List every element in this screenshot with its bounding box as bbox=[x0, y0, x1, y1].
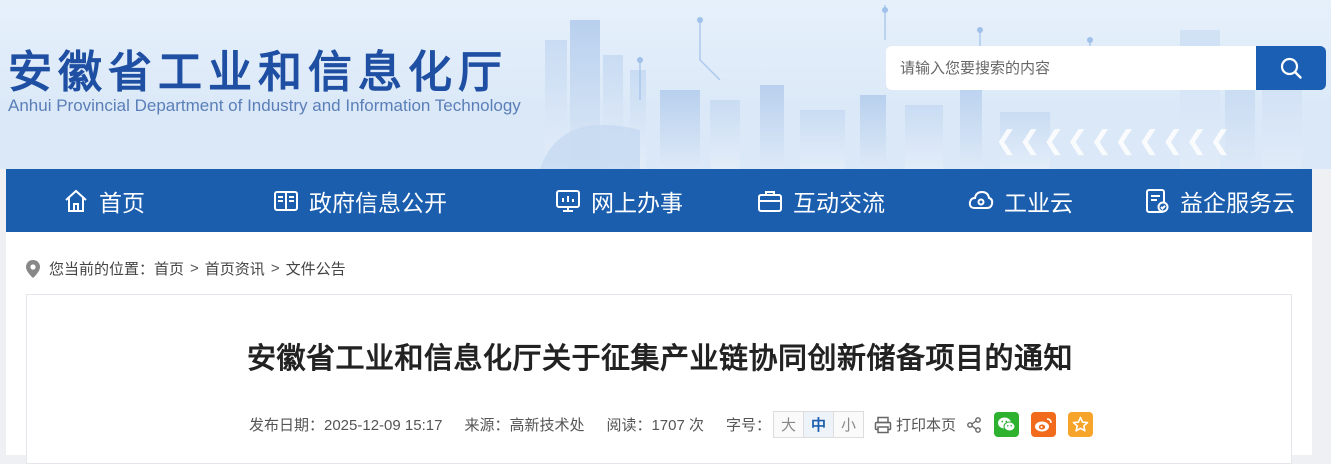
location-pin-icon bbox=[26, 259, 40, 278]
search-input[interactable] bbox=[886, 46, 1256, 90]
nav-item-enterprise-service-cloud[interactable]: 益企服务云 bbox=[1143, 169, 1295, 232]
nav-label: 首页 bbox=[99, 189, 145, 216]
article-title: 安徽省工业和信息化厅关于征集产业链协同创新储备项目的通知 bbox=[246, 343, 1073, 375]
site-subtitle: Anhui Provincial Department of Industry … bbox=[8, 96, 521, 115]
site-title: 安徽省工业和信息化厅 bbox=[8, 47, 508, 98]
search-icon bbox=[1280, 57, 1302, 79]
briefcase-icon bbox=[758, 190, 782, 212]
read-count: 阅读：1707 次 bbox=[606, 417, 704, 434]
main-nav: 首页 政府信息公开 网上办事 互动交流 工业云 益企服务云 bbox=[6, 169, 1312, 232]
print-button[interactable]: 打印本页 bbox=[874, 414, 956, 435]
article-meta: 发布日期：2025-12-09 15:17 来源：高新技术处 阅读：1707 次… bbox=[249, 411, 1105, 438]
home-icon bbox=[65, 189, 87, 212]
favorite-button[interactable] bbox=[1068, 412, 1094, 437]
chevron-decoration: ❮❮❮❮❮❮❮❮❮❮ bbox=[995, 125, 1231, 155]
search-button[interactable] bbox=[1256, 46, 1326, 90]
publish-date: 发布日期：2025-12-09 15:17 bbox=[249, 417, 443, 434]
nav-item-online-service[interactable]: 网上办事 bbox=[554, 169, 683, 232]
star-icon bbox=[1072, 416, 1089, 432]
share-icon bbox=[966, 416, 982, 433]
breadcrumb-announcements[interactable]: 文件公告 bbox=[286, 258, 346, 279]
breadcrumb-separator: > bbox=[270, 260, 280, 277]
breadcrumb-news[interactable]: 首页资讯 bbox=[205, 258, 265, 279]
font-size-large-button[interactable]: 大 bbox=[774, 412, 804, 437]
wechat-icon bbox=[998, 417, 1016, 432]
cloud-icon bbox=[968, 190, 994, 209]
nav-label: 互动交流 bbox=[793, 189, 885, 216]
font-size-label: 字号： bbox=[726, 417, 772, 434]
breadcrumb: 您当前的位置： 首页 > 首页资讯 > 文件公告 bbox=[26, 258, 346, 279]
monitor-icon bbox=[556, 189, 580, 212]
font-size-medium-button[interactable]: 中 bbox=[803, 412, 834, 437]
book-icon bbox=[274, 190, 298, 211]
nav-label: 益企服务云 bbox=[1180, 189, 1295, 216]
article-card: 安徽省工业和信息化厅关于征集产业链协同创新储备项目的通知 发布日期：2025-1… bbox=[26, 294, 1292, 464]
printer-icon bbox=[874, 416, 892, 433]
site-header: 安徽省工业和信息化厅 Anhui Provincial Department o… bbox=[0, 0, 1331, 169]
nav-label: 网上办事 bbox=[591, 189, 683, 216]
nav-item-home[interactable]: 首页 bbox=[62, 169, 145, 232]
content-area: 您当前的位置： 首页 > 首页资讯 > 文件公告 安徽省工业和信息化厅关于征集产… bbox=[6, 232, 1312, 464]
nav-item-gov-info[interactable]: 政府信息公开 bbox=[272, 169, 447, 232]
font-size-control: 字号： 大 中 小 bbox=[726, 411, 865, 438]
nav-item-interaction[interactable]: 互动交流 bbox=[756, 169, 885, 232]
nav-label: 政府信息公开 bbox=[309, 189, 447, 216]
breadcrumb-separator: > bbox=[190, 260, 199, 277]
document-check-icon bbox=[1146, 188, 1169, 213]
breadcrumb-home[interactable]: 首页 bbox=[154, 258, 184, 279]
font-size-small-button[interactable]: 小 bbox=[833, 412, 864, 437]
breadcrumb-prefix: 您当前的位置： bbox=[49, 261, 155, 278]
weibo-icon bbox=[1035, 418, 1052, 432]
share-weibo-button[interactable] bbox=[1031, 412, 1057, 437]
share-wechat-button[interactable] bbox=[994, 412, 1020, 437]
print-label: 打印本页 bbox=[896, 417, 957, 434]
nav-label: 工业云 bbox=[1004, 189, 1073, 216]
article-source: 来源：高新技术处 bbox=[464, 417, 585, 434]
search-bar bbox=[886, 46, 1326, 90]
nav-item-industry-cloud[interactable]: 工业云 bbox=[967, 169, 1073, 232]
